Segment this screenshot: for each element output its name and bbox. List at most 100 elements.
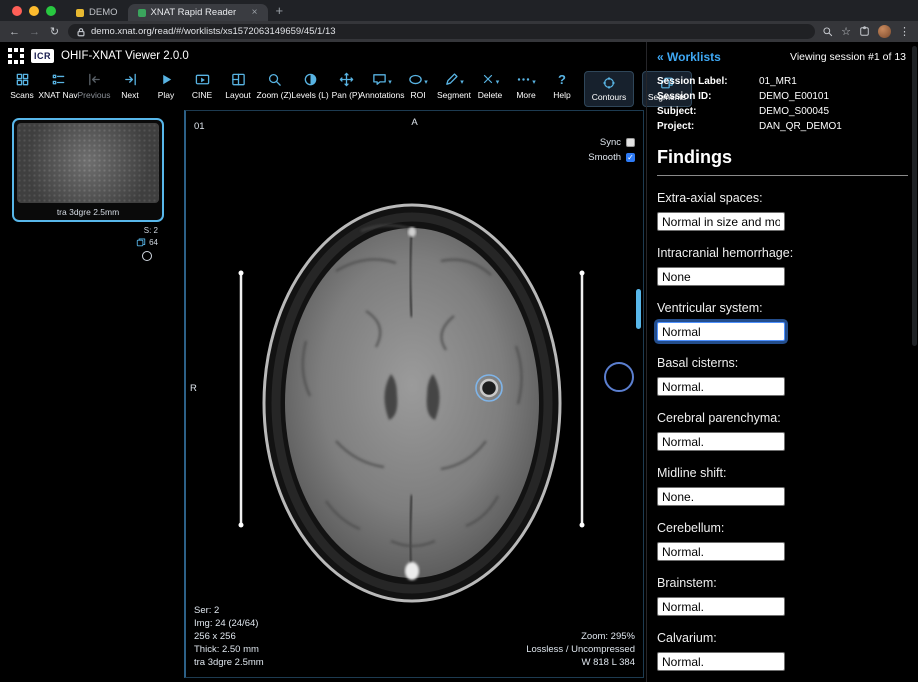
finding-input-intracranial-hemorrhage[interactable] [657, 267, 785, 286]
cine-icon [195, 71, 210, 87]
forward-button[interactable]: → [28, 26, 41, 38]
meta-value: 01_MR1 [759, 74, 797, 89]
worklist-header: « Worklists Viewing session #1 of 13 [647, 42, 918, 64]
segment-pencil-icon [444, 72, 459, 87]
finding-cerebellum: Cerebellum: [657, 521, 908, 561]
tool-play[interactable]: Play [152, 71, 180, 100]
tool-next[interactable]: Next [116, 71, 144, 100]
finding-intracranial-hemorrhage: Intracranial hemorrhage: [657, 246, 908, 286]
pan-icon [339, 71, 354, 87]
chevron-down-icon: ▾ [388, 78, 392, 86]
finding-cerebral-parenchyma: Cerebral parenchyma: [657, 411, 908, 451]
search-icon[interactable] [822, 26, 833, 37]
smooth-checkbox[interactable]: ✓ [626, 153, 635, 162]
finding-input-midline-shift[interactable] [657, 487, 785, 506]
series-thumbnail[interactable]: tra 3dgre 2.5mm [12, 118, 164, 222]
tool-levels[interactable]: Levels (L) [296, 71, 324, 100]
finding-label: Brainstem: [657, 576, 908, 590]
tool-layout[interactable]: Layout [224, 71, 252, 100]
browser-menu-icon[interactable]: ⋮ [899, 25, 910, 38]
scan-number-badge: S: 2 [144, 226, 158, 235]
meta-value: DAN_QR_DEMO1 [759, 119, 842, 134]
viewport-info-bottom-left: Ser: 2 Img: 24 (24/64) 256 x 256 Thick: … [194, 604, 264, 669]
slice-scrollbar[interactable] [636, 289, 641, 329]
meta-label: Session Label: [657, 74, 759, 89]
finding-extra-axial-spaces: Extra-axial spaces: [657, 191, 908, 231]
finding-input-basal-cisterns[interactable] [657, 377, 785, 396]
extensions-icon[interactable] [859, 26, 870, 37]
tool-pan[interactable]: Pan (P) [332, 71, 360, 100]
tool-cine[interactable]: CINE [188, 71, 216, 100]
new-tab-button[interactable]: + [276, 3, 284, 18]
toolbar: Scans XNAT Nav Previous Next Play [0, 66, 646, 110]
tab-label: XNAT Rapid Reader [151, 7, 237, 18]
tool-delete[interactable]: ▾ Delete [476, 71, 504, 100]
lock-icon [76, 27, 86, 37]
chevron-down-icon: ▾ [424, 78, 428, 86]
finding-input-ventricular-system[interactable] [657, 322, 785, 341]
tool-annotations[interactable]: ▾ Annotations [368, 71, 396, 100]
finding-input-calvarium[interactable] [657, 652, 785, 671]
stack-icon [136, 237, 146, 247]
workspace: tra 3dgre 2.5mm S: 2 64 [0, 110, 646, 682]
play-icon [159, 71, 174, 87]
finding-input-cerebral-parenchyma[interactable] [657, 432, 785, 451]
compression-info: Lossless / Uncompressed [526, 643, 635, 656]
series-description: tra 3dgre 2.5mm [17, 207, 159, 217]
next-icon [123, 71, 138, 87]
reload-button[interactable]: ↻ [48, 25, 61, 38]
icr-logo: ICR [31, 49, 54, 63]
contours-panel-button[interactable]: Contours [584, 71, 634, 107]
back-button[interactable]: ← [8, 26, 21, 38]
finding-basal-cisterns: Basal cisterns: [657, 356, 908, 396]
finding-label: Cerebral parenchyma: [657, 411, 908, 425]
address-bar[interactable]: demo.xnat.org/read/#/worklists/xs1572063… [68, 24, 815, 39]
tool-zoom[interactable]: Zoom (Z) [260, 71, 288, 100]
levels-contrast-icon [303, 71, 318, 87]
tool-help[interactable]: ? Help [548, 71, 576, 100]
browser-tab-demo[interactable]: DEMO [66, 4, 128, 21]
roi-ellipse-icon [408, 72, 423, 87]
smooth-option[interactable]: Smooth ✓ [588, 152, 635, 163]
tab-favicon [138, 9, 146, 17]
panel-scrollbar[interactable] [912, 46, 917, 346]
thumbnail-badges: S: 2 64 [12, 222, 164, 261]
profile-avatar[interactable] [878, 25, 891, 38]
tool-xnat-nav[interactable]: XNAT Nav [44, 71, 72, 100]
meta-label: Project: [657, 119, 759, 134]
findings-title: Findings [657, 147, 908, 176]
app: ICR OHIF-XNAT Viewer 2.0.0 Scans XNAT Na… [0, 42, 918, 682]
finding-input-cerebellum[interactable] [657, 542, 785, 561]
tool-more[interactable]: ▾ More [512, 71, 540, 100]
zoom-window-button[interactable] [46, 6, 56, 16]
minimize-window-button[interactable] [29, 6, 39, 16]
orientation-marker-right: R [190, 383, 197, 394]
help-icon: ? [558, 71, 566, 87]
tool-segment[interactable]: ▾ Segment [440, 71, 468, 100]
meta-label: Session ID: [657, 89, 759, 104]
zoom-level: Zoom: 295% [526, 630, 635, 643]
meta-value: DEMO_E00101 [759, 89, 829, 104]
finding-input-extra-axial-spaces[interactable] [657, 212, 785, 231]
tool-previous[interactable]: Previous [80, 71, 108, 100]
active-viewport[interactable]: 01 A R Sync Smooth ✓ Ser [184, 110, 644, 678]
sync-option[interactable]: Sync [600, 137, 635, 148]
finding-input-brainstem[interactable] [657, 597, 785, 616]
meta-row: Project: DAN_QR_DEMO1 [657, 119, 908, 134]
tool-roi[interactable]: ▾ ROI [404, 71, 432, 100]
viewport-index: 01 [194, 121, 205, 132]
tab-close-icon[interactable]: × [252, 7, 258, 18]
worklists-back-link[interactable]: « Worklists [657, 50, 721, 64]
viewport-info-bottom-right: Zoom: 295% Lossless / Uncompressed W 818… [526, 630, 635, 669]
sync-checkbox[interactable] [626, 138, 635, 147]
finding-ventricular-system: Ventricular system: [657, 301, 908, 341]
window-controls [12, 6, 56, 16]
bookmark-star-icon[interactable]: ☆ [841, 25, 851, 38]
close-window-button[interactable] [12, 6, 22, 16]
tab-favicon [76, 9, 84, 17]
app-left-column: ICR OHIF-XNAT Viewer 2.0.0 Scans XNAT Na… [0, 42, 646, 682]
browser-tab-xnat-rapid-reader[interactable]: XNAT Rapid Reader × [128, 4, 268, 21]
mri-axial-brain-image[interactable] [186, 111, 643, 678]
tool-scans[interactable]: Scans [8, 71, 36, 100]
finding-label: Midline shift: [657, 466, 908, 480]
